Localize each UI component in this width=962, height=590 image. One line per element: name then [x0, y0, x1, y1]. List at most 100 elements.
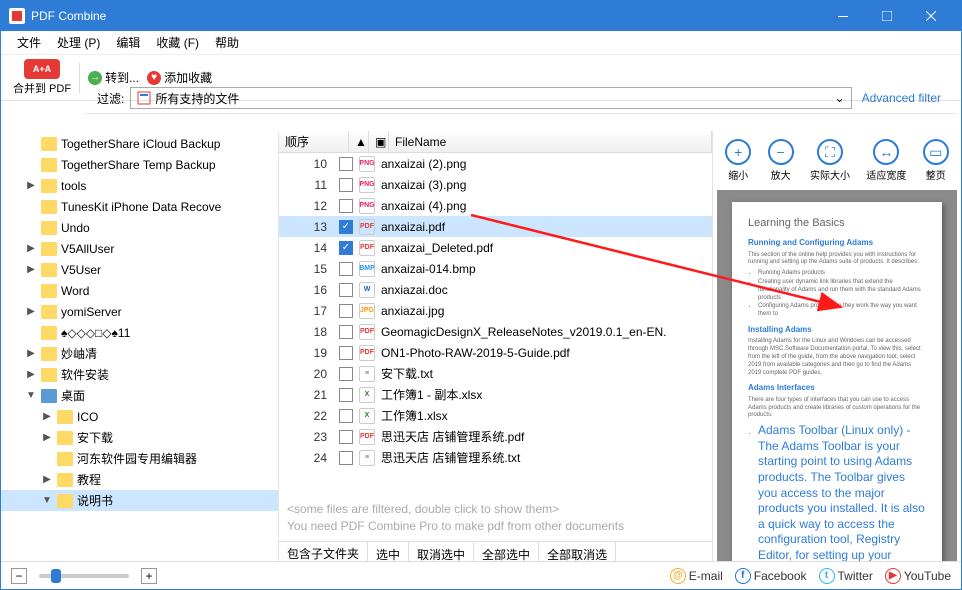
tree-item[interactable]: ▶妙岫凊 — [1, 343, 278, 364]
file-row[interactable]: 13✓PDFanxaizai.pdf — [279, 216, 712, 237]
file-row[interactable]: 18PDFGeomagicDesignX_ReleaseNotes_v2019.… — [279, 321, 712, 342]
file-row[interactable]: 20≡安下载.txt — [279, 363, 712, 384]
tree-item[interactable]: ♠◇◇◇□◇♠11 — [1, 322, 278, 343]
checkbox[interactable] — [339, 430, 353, 444]
tree-label: yomiServer — [61, 305, 122, 319]
facebook-link[interactable]: fFacebook — [735, 568, 807, 584]
tree-label: ♠◇◇◇□◇♠11 — [61, 326, 130, 340]
expand-icon[interactable]: ▼ — [25, 390, 37, 401]
advanced-filter-link[interactable]: Advanced filter — [858, 91, 945, 105]
actual-size-button[interactable]: ⛶实际大小 — [810, 139, 850, 182]
checkbox[interactable] — [339, 409, 353, 423]
tree-item[interactable]: ▼说明书 — [1, 490, 278, 511]
expand-icon[interactable]: ▶ — [25, 264, 37, 275]
checkbox[interactable]: ✓ — [339, 220, 353, 234]
tree-item[interactable]: ▶ICO — [1, 406, 278, 427]
tree-item[interactable]: ▶ yomiServer — [1, 301, 278, 322]
zoom-plus-button[interactable]: + — [141, 568, 157, 584]
folder-tree[interactable]: TogetherShare iCloud BackupTogetherShare… — [1, 131, 279, 567]
youtube-link[interactable]: ▶YouTube — [885, 568, 951, 584]
checkbox[interactable]: ✓ — [339, 241, 353, 255]
col-check[interactable]: ▣ — [369, 131, 389, 152]
zoom-in-button[interactable]: −放大 — [768, 139, 794, 182]
col-order[interactable]: 顺序 — [279, 131, 349, 152]
tree-item[interactable]: ▶V5User — [1, 259, 278, 280]
tree-item[interactable]: TunesKit iPhone Data Recove — [1, 196, 278, 217]
whole-page-button[interactable]: ▭整页 — [923, 139, 949, 182]
expand-icon[interactable]: ▶ — [41, 432, 53, 443]
file-row[interactable]: 17JPGanxiazai.jpg — [279, 300, 712, 321]
checkbox[interactable] — [339, 346, 353, 360]
preview-page: Learning the Basics Running and Configur… — [732, 202, 942, 563]
expand-icon[interactable]: ▶ — [41, 474, 53, 485]
menu-help[interactable]: 帮助 — [207, 31, 247, 54]
menu-process[interactable]: 处理 (P) — [49, 31, 108, 54]
checkbox[interactable] — [339, 262, 353, 276]
checkbox[interactable] — [339, 178, 353, 192]
checkbox[interactable] — [339, 367, 353, 381]
close-button[interactable] — [909, 1, 953, 31]
expand-icon[interactable]: ▶ — [25, 180, 37, 191]
twitter-link[interactable]: tTwitter — [819, 568, 873, 584]
folder-icon — [57, 410, 73, 424]
file-row[interactable]: 23PDF思迅天店 店铺管理系统.pdf — [279, 426, 712, 447]
tree-item[interactable]: TogetherShare Temp Backup — [1, 154, 278, 175]
col-arrow[interactable]: ▲ — [349, 131, 369, 152]
combine-pdf-button[interactable]: A+A 合并到 PDF — [13, 59, 71, 96]
expand-icon[interactable]: ▶ — [25, 369, 37, 380]
maximize-button[interactable] — [865, 1, 909, 31]
expand-icon[interactable]: ▶ — [25, 306, 37, 317]
file-row[interactable]: 10PNGanxaizai (2).png — [279, 153, 712, 174]
zoom-out-button[interactable]: +缩小 — [725, 139, 751, 182]
checkbox[interactable] — [339, 283, 353, 297]
file-row[interactable]: 16Wanxiazai.doc — [279, 279, 712, 300]
file-row[interactable]: 19PDFON1-Photo-RAW-2019-5-Guide.pdf — [279, 342, 712, 363]
fit-width-button[interactable]: ↔适应宽度 — [866, 139, 906, 182]
tree-item[interactable]: 河东软件园专用编辑器 — [1, 448, 278, 469]
file-list[interactable]: 10PNGanxaizai (2).png11PNGanxaizai (3).p… — [279, 153, 712, 495]
tree-item[interactable]: ▼桌面 — [1, 385, 278, 406]
slider-thumb[interactable] — [51, 569, 61, 583]
file-row[interactable]: 12PNGanxaizai (4).png — [279, 195, 712, 216]
combine-icon: A+A — [24, 59, 60, 79]
tree-item[interactable]: ▶软件安装 — [1, 364, 278, 385]
tree-item[interactable]: ▶V5AllUser — [1, 238, 278, 259]
zoom-minus-button[interactable]: − — [11, 568, 27, 584]
menu-file[interactable]: 文件 — [9, 31, 49, 54]
checkbox[interactable] — [339, 157, 353, 171]
file-type-icon: X — [359, 408, 375, 424]
checkbox[interactable] — [339, 451, 353, 465]
expand-icon[interactable]: ▶ — [25, 243, 37, 254]
expand-icon[interactable]: ▼ — [41, 495, 53, 506]
file-row[interactable]: 15BMPanxaizai-014.bmp — [279, 258, 712, 279]
tree-item[interactable]: ▶安下载 — [1, 427, 278, 448]
col-filename[interactable]: FileName — [389, 131, 712, 152]
expand-icon[interactable]: ▶ — [41, 411, 53, 422]
file-name: anxaizai_Deleted.pdf — [381, 241, 493, 255]
file-row[interactable]: 14✓PDFanxaizai_Deleted.pdf — [279, 237, 712, 258]
tree-item[interactable]: Undo — [1, 217, 278, 238]
file-row[interactable]: 24≡思迅天店 店铺管理系统.txt — [279, 447, 712, 468]
zoom-slider[interactable] — [39, 574, 129, 578]
expand-icon[interactable]: ▶ — [25, 348, 37, 359]
email-link[interactable]: @E-mail — [670, 568, 723, 584]
folder-icon — [41, 242, 57, 256]
file-row[interactable]: 11PNGanxaizai (3).png — [279, 174, 712, 195]
file-row[interactable]: 21X工作簿1 - 副本.xlsx — [279, 384, 712, 405]
menu-edit[interactable]: 编辑 — [108, 31, 148, 54]
tree-item[interactable]: Word — [1, 280, 278, 301]
checkbox[interactable] — [339, 199, 353, 213]
checkbox[interactable] — [339, 388, 353, 402]
menu-favorites[interactable]: 收藏 (F) — [148, 31, 207, 54]
filter-select[interactable]: 所有支持的文件 ⌄ — [130, 87, 851, 109]
checkbox[interactable] — [339, 304, 353, 318]
tree-item[interactable]: TogetherShare iCloud Backup — [1, 133, 278, 154]
file-name: 工作簿1 - 副本.xlsx — [381, 386, 482, 403]
preview-viewport[interactable]: Learning the Basics Running and Configur… — [717, 190, 957, 563]
file-row[interactable]: 22X工作簿1.xlsx — [279, 405, 712, 426]
checkbox[interactable] — [339, 325, 353, 339]
tree-item[interactable]: ▶教程 — [1, 469, 278, 490]
tree-item[interactable]: ▶tools — [1, 175, 278, 196]
file-name: 工作簿1.xlsx — [381, 407, 448, 424]
minimize-button[interactable] — [821, 1, 865, 31]
